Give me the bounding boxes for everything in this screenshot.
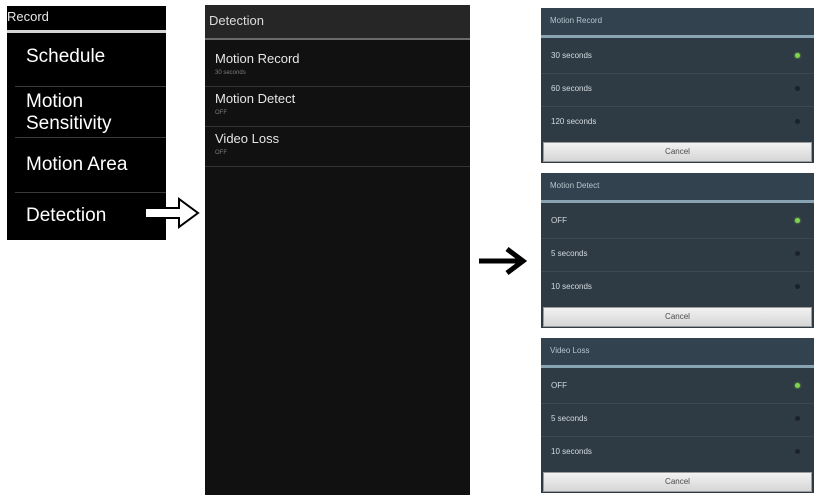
dialog-video-loss: Video Loss OFF 5 seconds 10 seconds Canc… [541, 338, 814, 493]
dialog-option[interactable]: 120 seconds [541, 107, 814, 138]
option-label: 5 seconds [551, 414, 588, 423]
dialog-title-divider [541, 365, 814, 368]
dialog-title-divider [541, 200, 814, 203]
hollow-arrow-right-icon [144, 197, 200, 229]
option-label: 120 seconds [551, 117, 597, 126]
dialog-option[interactable]: 30 seconds [541, 41, 814, 72]
item-label: Video Loss [215, 131, 280, 146]
dialog-option[interactable]: 5 seconds [541, 239, 814, 270]
arrow-right-icon [479, 247, 527, 275]
menu-item-schedule[interactable]: Schedule [7, 46, 166, 68]
radio-unselected-icon[interactable] [795, 86, 800, 91]
item-value: OFF [215, 150, 227, 156]
item-label: Motion Record [215, 51, 300, 66]
dialog-option[interactable]: OFF [541, 371, 814, 402]
radio-unselected-icon[interactable] [795, 284, 800, 289]
menu-title: Record [7, 9, 49, 24]
radio-unselected-icon[interactable] [795, 449, 800, 454]
dialog-option[interactable]: 60 seconds [541, 74, 814, 105]
detection-item-motion-detect[interactable]: Motion Detect OFF [205, 87, 470, 127]
option-label: 60 seconds [551, 84, 592, 93]
detection-item-motion-record[interactable]: Motion Record 30 seconds [205, 47, 470, 87]
menu-item-label: Schedule [26, 46, 106, 67]
dialog-option[interactable]: 10 seconds [541, 437, 814, 468]
option-label: 30 seconds [551, 51, 592, 60]
dialog-title: Motion Detect [550, 181, 600, 190]
header-divider [205, 38, 470, 40]
option-label: OFF [551, 381, 567, 390]
divider [15, 192, 166, 193]
dialog-option[interactable]: OFF [541, 206, 814, 237]
item-value: OFF [215, 110, 227, 116]
dialog-title-bar: Video Loss [541, 338, 814, 365]
screen-title: Detection [209, 13, 264, 28]
detection-screen: Detection Motion Record 30 seconds Motio… [205, 5, 470, 495]
menu-item-label: Detection [26, 205, 107, 226]
dialog-motion-record: Motion Record 30 seconds 60 seconds 120 … [541, 8, 814, 163]
divider [205, 166, 470, 167]
screen-header: Detection [205, 5, 470, 38]
option-label: 10 seconds [551, 282, 592, 291]
option-label: 5 seconds [551, 249, 588, 258]
dialog-option[interactable]: 5 seconds [541, 404, 814, 435]
cancel-button[interactable]: Cancel [543, 142, 812, 162]
divider [15, 137, 166, 138]
dialog-title: Video Loss [550, 346, 590, 355]
dialog-option[interactable]: 10 seconds [541, 272, 814, 303]
menu-item-label: Motion [26, 91, 84, 112]
dialog-title-divider [541, 35, 814, 38]
option-label: 10 seconds [551, 447, 592, 456]
menu-item-motion-area[interactable]: Motion Area [7, 154, 166, 176]
divider [15, 86, 166, 87]
radio-selected-icon[interactable] [795, 383, 800, 388]
dialog-title-bar: Motion Detect [541, 173, 814, 200]
detection-item-video-loss[interactable]: Video Loss OFF [205, 127, 470, 167]
title-divider [7, 30, 166, 33]
radio-unselected-icon[interactable] [795, 119, 800, 124]
menu-item-motion-sensitivity[interactable]: Motion Sensitivity [7, 91, 166, 135]
item-value: 30 seconds [215, 70, 246, 76]
radio-selected-icon[interactable] [795, 218, 800, 223]
radio-unselected-icon[interactable] [795, 416, 800, 421]
option-label: OFF [551, 216, 567, 225]
item-label: Motion Detect [215, 91, 296, 106]
dialog-motion-detect: Motion Detect OFF 5 seconds 10 seconds C… [541, 173, 814, 328]
dialog-title-bar: Motion Record [541, 8, 814, 35]
cancel-button[interactable]: Cancel [543, 307, 812, 327]
cancel-button[interactable]: Cancel [543, 472, 812, 492]
radio-unselected-icon[interactable] [795, 251, 800, 256]
radio-selected-icon[interactable] [795, 53, 800, 58]
menu-item-label: Sensitivity [26, 113, 112, 134]
menu-item-label: Motion Area [26, 154, 128, 175]
dialog-title: Motion Record [550, 16, 603, 25]
